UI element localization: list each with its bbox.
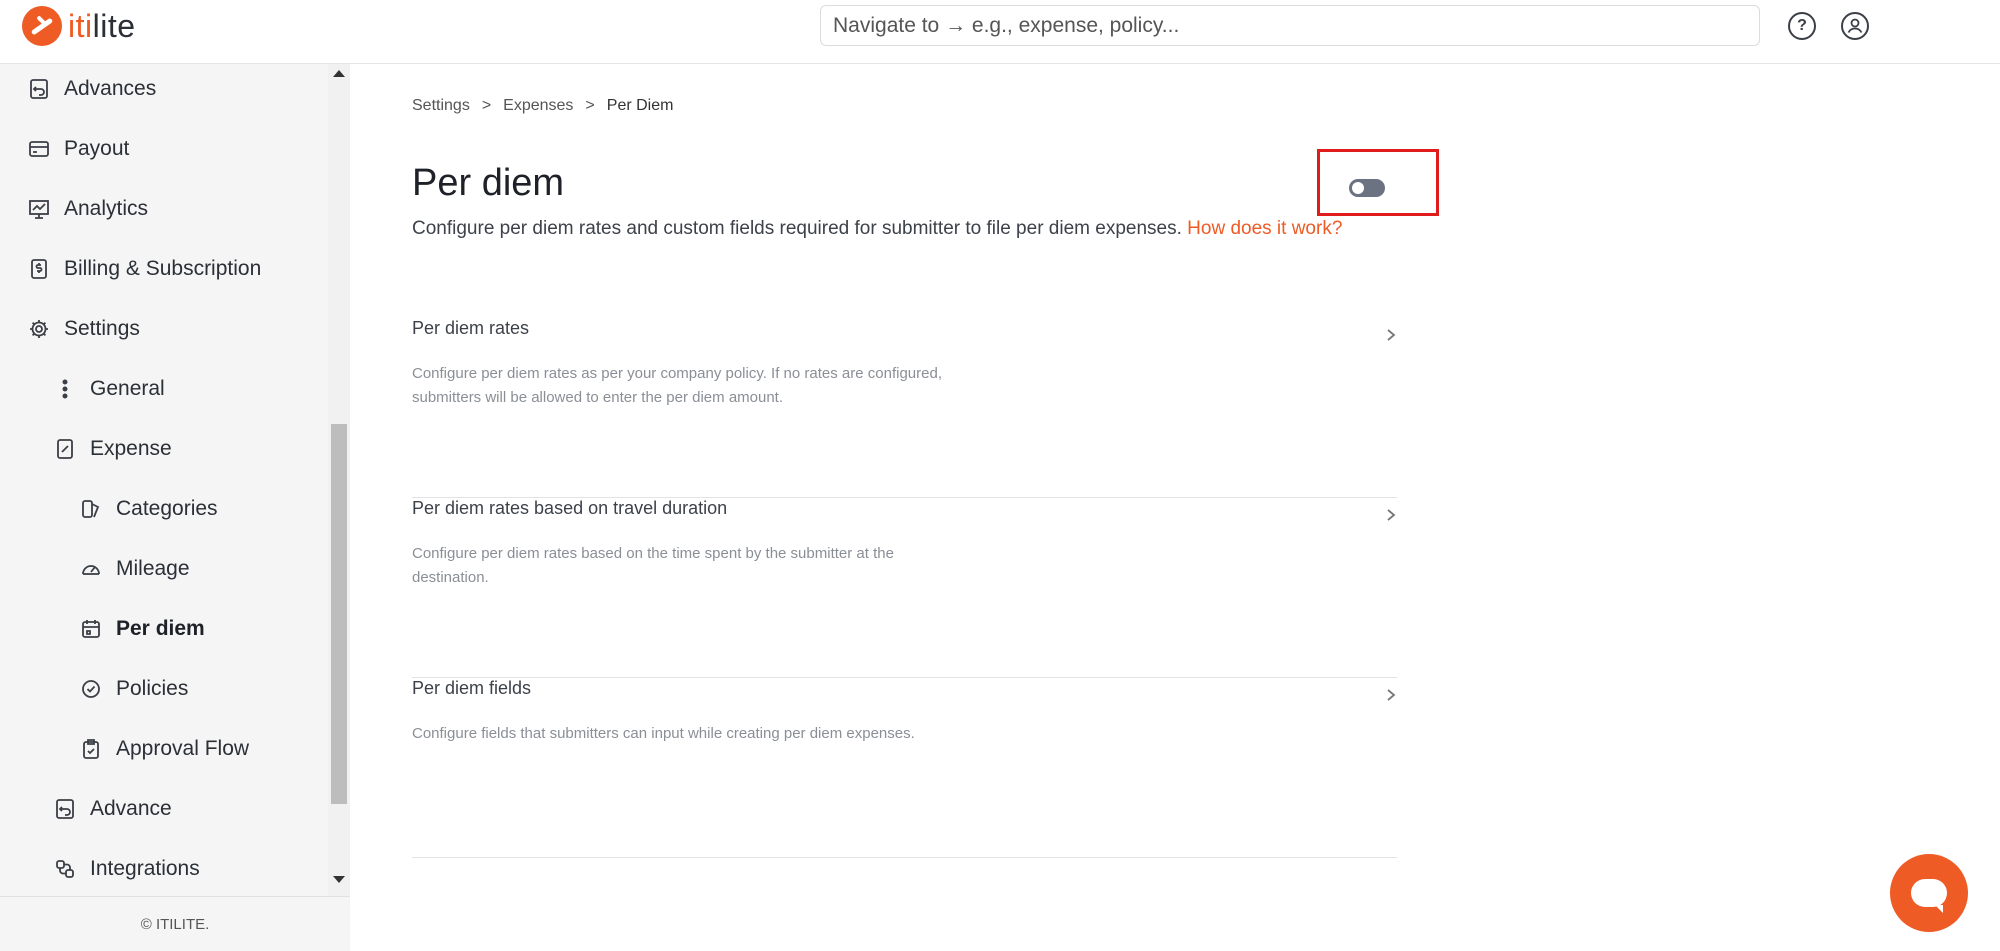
question-circle-icon[interactable]: ? xyxy=(1788,12,1816,40)
sidebar-scrollbar[interactable] xyxy=(328,64,350,896)
payout-icon xyxy=(28,138,50,160)
how-does-it-work-link[interactable]: How does it work? xyxy=(1187,218,1342,239)
sidebar-item-label: Integrations xyxy=(90,857,200,880)
sidebar-item-advances[interactable]: Advances xyxy=(0,64,328,114)
sidebar-nav: Advances Payout Analytics Billing & Subs… xyxy=(0,64,328,896)
sidebar-item-general[interactable]: General xyxy=(0,364,328,414)
sidebar-item-label: Analytics xyxy=(64,197,149,220)
top-bar: itilite ? xyxy=(0,0,2000,64)
calendar-icon xyxy=(80,618,102,640)
section-per-diem-fields[interactable]: Per diem fields Configure fields that su… xyxy=(412,678,1397,858)
page-title: Per diem xyxy=(412,162,565,204)
section-description: Configure per diem rates based on the ti… xyxy=(412,545,894,586)
chat-bubble-icon xyxy=(1911,879,1947,913)
billing-icon xyxy=(28,258,50,280)
integrations-icon xyxy=(54,858,76,880)
breadcrumb: Settings > Expenses > Per Diem xyxy=(412,97,673,115)
breadcrumb-per-diem: Per Diem xyxy=(606,97,674,114)
sidebar-item-settings[interactable]: Settings xyxy=(0,304,328,354)
sidebar-item-label: Mileage xyxy=(116,557,190,580)
sidebar-item-label: Approval Flow xyxy=(116,737,250,760)
breadcrumb-separator: > xyxy=(481,97,492,114)
sidebar-item-per-diem[interactable]: Per diem xyxy=(0,604,328,654)
breadcrumb-settings[interactable]: Settings xyxy=(412,97,470,115)
sidebar-item-label: Payout xyxy=(64,137,130,160)
sidebar-item-label: Settings xyxy=(64,317,140,340)
approval-icon xyxy=(80,738,102,760)
scroll-down-arrow-icon[interactable] xyxy=(333,876,345,883)
policies-icon xyxy=(80,678,102,700)
section-per-diem-rates[interactable]: Per diem rates Configure per diem rates … xyxy=(412,318,1397,498)
main-content: Settings > Expenses > Per Diem Per diem … xyxy=(350,64,2000,951)
sidebar-item-label: General xyxy=(90,377,165,400)
toggle-knob xyxy=(1352,182,1364,194)
advances-icon xyxy=(28,78,50,100)
section-title: Per diem rates xyxy=(412,318,530,338)
sidebar-item-label: Policies xyxy=(116,677,189,700)
advance-icon xyxy=(54,798,76,820)
section-per-diem-travel-duration[interactable]: Per diem rates based on travel duration … xyxy=(412,498,1397,678)
sidebar-item-policies[interactable]: Policies xyxy=(0,664,328,714)
sidebar-item-payout[interactable]: Payout xyxy=(0,124,328,174)
sidebar-item-mileage[interactable]: Mileage xyxy=(0,544,328,594)
section-description: Configure fields that submitters can inp… xyxy=(412,725,915,742)
itilite-logo[interactable]: itilite xyxy=(22,6,136,46)
sidebar: Advances Payout Analytics Billing & Subs… xyxy=(0,64,350,951)
section-title: Per diem rates based on travel duration xyxy=(412,498,728,518)
chat-support-button[interactable] xyxy=(1890,854,1968,932)
sidebar-item-advance[interactable]: Advance xyxy=(0,784,328,834)
chevron-right-icon[interactable] xyxy=(1385,508,1397,521)
scroll-up-arrow-icon[interactable] xyxy=(333,70,345,77)
categories-icon xyxy=(80,498,102,520)
sidebar-item-label: Billing & Subscription xyxy=(64,257,262,280)
sidebar-item-label: Per diem xyxy=(116,617,205,640)
section-description: Configure per diem rates as per your com… xyxy=(412,365,942,406)
breadcrumb-expenses[interactable]: Expenses xyxy=(503,97,573,115)
sidebar-item-expense[interactable]: Expense xyxy=(0,424,328,474)
user-circle-icon[interactable] xyxy=(1841,12,1869,40)
sidebar-footer: © ITILITE. xyxy=(0,896,350,951)
chevron-right-icon[interactable] xyxy=(1385,328,1397,341)
sidebar-item-categories[interactable]: Categories xyxy=(0,484,328,534)
breadcrumb-separator: > xyxy=(585,97,595,114)
sidebar-item-label: Expense xyxy=(90,437,172,460)
toggle-highlight-box xyxy=(1317,149,1439,216)
page-description-text: Configure per diem rates and custom fiel… xyxy=(412,218,1182,239)
dots-vertical-icon xyxy=(54,378,76,400)
sidebar-item-label: Advances xyxy=(64,77,157,100)
analytics-icon xyxy=(28,198,50,220)
per-diem-enable-toggle[interactable] xyxy=(1349,179,1385,197)
gear-icon xyxy=(28,318,50,340)
logo-text: itilite xyxy=(68,7,136,44)
sidebar-item-analytics[interactable]: Analytics xyxy=(0,184,328,234)
sidebar-item-integrations[interactable]: Integrations xyxy=(0,844,328,894)
mileage-icon xyxy=(80,558,102,580)
logo-mark-icon xyxy=(22,6,62,46)
sidebar-item-label: Advance xyxy=(90,797,172,820)
expense-icon xyxy=(54,438,76,460)
sidebar-item-label: Categories xyxy=(116,497,218,520)
chevron-right-icon[interactable] xyxy=(1385,688,1397,701)
sidebar-item-approval-flow[interactable]: Approval Flow xyxy=(0,724,328,774)
section-title: Per diem fields xyxy=(412,678,532,698)
navigate-search-input[interactable] xyxy=(820,5,1760,46)
scrollbar-thumb[interactable] xyxy=(331,424,347,804)
sidebar-item-billing-subscription[interactable]: Billing & Subscription xyxy=(0,244,328,294)
page-description: Configure per diem rates and custom fiel… xyxy=(412,218,1342,240)
